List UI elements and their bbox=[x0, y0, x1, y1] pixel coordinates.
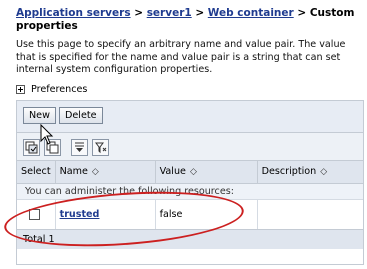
page-description: Use this page to specify an arbitrary na… bbox=[16, 39, 346, 75]
plus-box-icon[interactable] bbox=[16, 85, 25, 94]
description-cell bbox=[257, 199, 363, 230]
show-filter-icon[interactable] bbox=[71, 139, 88, 156]
icon-toolbar bbox=[17, 133, 363, 161]
breadcrumb-separator: > bbox=[293, 7, 310, 19]
table-row: trusted false bbox=[17, 199, 363, 230]
name-cell: trusted bbox=[55, 199, 156, 230]
delete-button[interactable]: Delete bbox=[59, 107, 103, 124]
column-header-description[interactable]: Description ◇ bbox=[257, 161, 363, 184]
custom-properties-collection: New Delete Select Name ◇ Value ◇ Descripti… bbox=[16, 100, 364, 265]
select-all-icon[interactable] bbox=[23, 139, 40, 156]
property-name-link[interactable]: trusted bbox=[60, 209, 100, 220]
button-toolbar: New Delete bbox=[17, 101, 363, 133]
column-header-select: Select bbox=[17, 161, 56, 184]
breadcrumb-application-servers[interactable]: Application servers bbox=[16, 7, 131, 19]
clear-filter-icon[interactable] bbox=[92, 139, 109, 156]
breadcrumb-server1[interactable]: server1 bbox=[147, 7, 192, 19]
total-row: Total 1 bbox=[17, 229, 363, 249]
row-select-checkbox[interactable] bbox=[29, 208, 40, 220]
breadcrumb-web-container[interactable]: Web container bbox=[208, 7, 294, 19]
select-cell bbox=[17, 199, 56, 230]
total-count: Total 1 bbox=[17, 229, 363, 249]
new-button[interactable]: New bbox=[23, 107, 56, 124]
preferences-label: Preferences bbox=[31, 84, 88, 95]
breadcrumb-separator: > bbox=[191, 7, 208, 19]
breadcrumb-separator: > bbox=[130, 7, 147, 19]
preferences-toggle[interactable]: Preferences bbox=[16, 84, 87, 95]
deselect-all-icon[interactable] bbox=[44, 139, 61, 156]
breadcrumb: Application servers > server1 > Web cont… bbox=[16, 7, 361, 33]
value-cell: false bbox=[155, 199, 258, 230]
properties-table: Select Name ◇ Value ◇ Description ◇ You can… bbox=[17, 161, 363, 249]
admin-notice: You can administer the following resourc… bbox=[17, 183, 363, 200]
sort-icon[interactable]: ◇ bbox=[92, 167, 99, 177]
column-header-value[interactable]: Value ◇ bbox=[155, 161, 258, 184]
column-header-name[interactable]: Name ◇ bbox=[55, 161, 156, 184]
sort-icon[interactable]: ◇ bbox=[190, 167, 197, 177]
sort-icon[interactable]: ◇ bbox=[320, 167, 327, 177]
admin-notice-row: You can administer the following resourc… bbox=[17, 183, 363, 200]
